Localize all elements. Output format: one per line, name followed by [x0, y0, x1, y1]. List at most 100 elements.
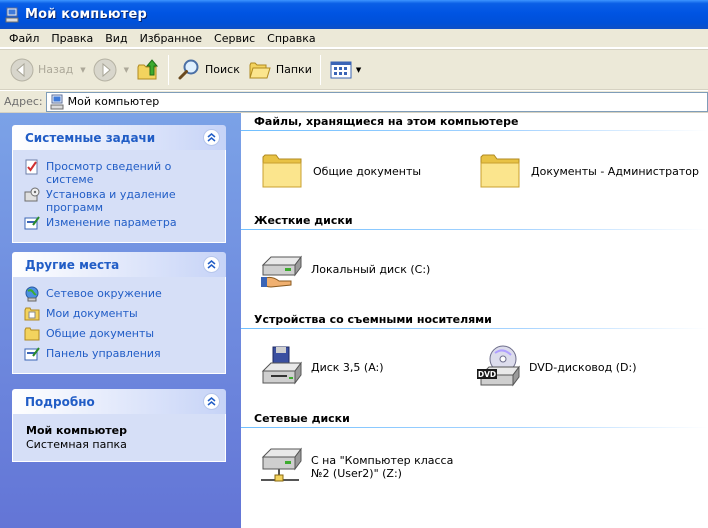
task-label: Установка и удаление программ [46, 188, 176, 214]
search-label: Поиск [205, 63, 240, 76]
dvd-badge: DVD [478, 370, 496, 379]
my-computer-icon [5, 7, 19, 22]
place-label: Мои документы [46, 307, 138, 320]
details-type: Системная папка [26, 438, 127, 451]
task-add-remove-programs[interactable]: Установка и удаление программ [24, 186, 217, 214]
folder-icon [24, 327, 40, 341]
search-button[interactable]: Поиск [173, 53, 244, 87]
item-floppy-a[interactable]: Диск 3,5 (A:) [257, 343, 384, 391]
menu-help[interactable]: Справка [261, 30, 321, 47]
views-button[interactable]: ▼ [325, 53, 368, 87]
place-label: Сетевое окружение [46, 287, 162, 300]
address-input[interactable]: Мой компьютер [45, 91, 708, 112]
place-network[interactable]: Сетевое окружение [24, 285, 217, 305]
dvd-drive-icon: DVD [477, 345, 520, 387]
menu-view[interactable]: Вид [99, 30, 133, 47]
up-button[interactable] [132, 53, 164, 87]
menu-edit[interactable]: Правка [45, 30, 99, 47]
details-body: Мой компьютер Системная папка [12, 414, 226, 462]
item-label: Документы - Администратор [531, 164, 700, 178]
group-divider [241, 427, 708, 428]
item-local-disk-c[interactable]: Локальный диск (C:) [257, 245, 430, 293]
menu-bar: Файл Правка Вид Избранное Сервис Справка [0, 29, 708, 48]
group-divider [241, 130, 708, 131]
system-info-icon [25, 159, 38, 175]
title-bar: Мой компьютер [0, 0, 708, 29]
forward-dropdown-icon[interactable]: ▼ [124, 66, 129, 74]
place-label: Панель управления [46, 347, 161, 360]
network-drive-icon [261, 447, 302, 482]
forward-arrow-icon [93, 58, 117, 81]
views-dropdown-icon[interactable]: ▼ [356, 66, 361, 74]
system-tasks-body: Просмотр сведений о системе Установка и … [12, 150, 226, 243]
group-header: Устройства со съемными носителями [254, 313, 492, 326]
system-tasks-header[interactable]: Системные задачи [12, 125, 226, 150]
toolbar-separator [168, 54, 169, 85]
place-shared-documents[interactable]: Общие документы [24, 325, 217, 345]
item-shared-documents[interactable]: Общие документы [259, 147, 421, 195]
address-value: Мой компьютер [67, 95, 160, 108]
task-view-system-info[interactable]: Просмотр сведений о системе [24, 158, 217, 186]
views-icon [330, 61, 352, 78]
menu-favorites[interactable]: Избранное [134, 30, 208, 47]
folders-button[interactable]: Папки [244, 53, 316, 87]
hard-drive-icon [261, 255, 302, 288]
item-network-drive-z[interactable]: С на "Компьютер класса №2 (User2)" (Z:) [257, 443, 461, 491]
item-label: DVD-дисковод (D:) [529, 360, 637, 374]
up-folder-icon [137, 58, 159, 79]
group-header: Файлы, хранящиеся на этом компьютере [254, 115, 519, 128]
other-places-panel: Другие места Сетевое окружение Мои докум… [12, 252, 226, 374]
folders-label: Папки [275, 63, 312, 76]
toolbar: Назад ▼ ▼ Поиск Папки ▼ [0, 49, 708, 90]
my-computer-icon [50, 94, 64, 109]
toolbar-separator [319, 54, 321, 85]
forward-button[interactable] [89, 53, 121, 87]
collapse-icon[interactable] [203, 256, 220, 273]
item-label: Общие документы [313, 164, 422, 178]
search-icon [178, 59, 199, 79]
group-header: Жесткие диски [254, 214, 353, 227]
item-admin-documents[interactable]: Документы - Администратор [477, 147, 699, 195]
task-label: Изменение параметра [46, 216, 177, 229]
panel-title: Подробно [25, 394, 95, 409]
task-change-setting[interactable]: Изменение параметра [24, 214, 217, 234]
collapse-icon[interactable] [203, 129, 220, 146]
place-control-panel[interactable]: Панель управления [24, 345, 217, 365]
address-label: Адрес: [4, 95, 43, 108]
item-label: С на "Компьютер класса №2 (User2)" (Z:) [311, 454, 454, 480]
control-panel-icon [24, 347, 40, 361]
address-bar: Адрес: Мой компьютер [0, 91, 708, 113]
item-label: Локальный диск (C:) [311, 262, 431, 276]
menu-file[interactable]: Файл [3, 30, 45, 47]
panel-title: Другие места [25, 257, 120, 272]
network-places-icon [25, 286, 39, 302]
add-remove-programs-icon [24, 187, 40, 202]
details-panel: Подробно Мой компьютер Системная папка [12, 389, 226, 462]
place-my-documents[interactable]: Мои документы [24, 305, 217, 325]
item-label: Диск 3,5 (A:) [311, 360, 384, 374]
my-documents-icon [24, 307, 40, 321]
collapse-icon[interactable] [203, 393, 220, 410]
control-panel-icon [24, 216, 40, 230]
group-divider [241, 328, 708, 329]
details-name: Мой компьютер [26, 424, 128, 437]
other-places-header[interactable]: Другие места [12, 252, 226, 277]
back-label: Назад [38, 63, 74, 76]
back-dropdown-icon[interactable]: ▼ [80, 66, 85, 74]
floppy-drive-icon [261, 346, 302, 385]
task-label: Просмотр сведений о системе [46, 160, 172, 186]
back-arrow-icon [10, 58, 34, 81]
folder-icon [480, 154, 520, 188]
menu-tools[interactable]: Сервис [208, 30, 261, 47]
item-dvd-d[interactable]: DVD DVD-дисковод (D:) [475, 343, 637, 391]
group-divider [241, 229, 708, 230]
window-title: Мой компьютер [25, 7, 147, 22]
details-header[interactable]: Подробно [12, 389, 226, 414]
folders-icon [249, 62, 271, 78]
panel-title: Системные задачи [25, 130, 156, 145]
system-tasks-panel: Системные задачи Просмотр сведений о сис… [12, 125, 226, 243]
back-button[interactable]: Назад [6, 53, 77, 87]
other-places-body: Сетевое окружение Мои документы Общие до… [12, 277, 226, 374]
place-label: Общие документы [46, 327, 155, 340]
task-pane: Системные задачи Просмотр сведений о сис… [0, 113, 241, 528]
